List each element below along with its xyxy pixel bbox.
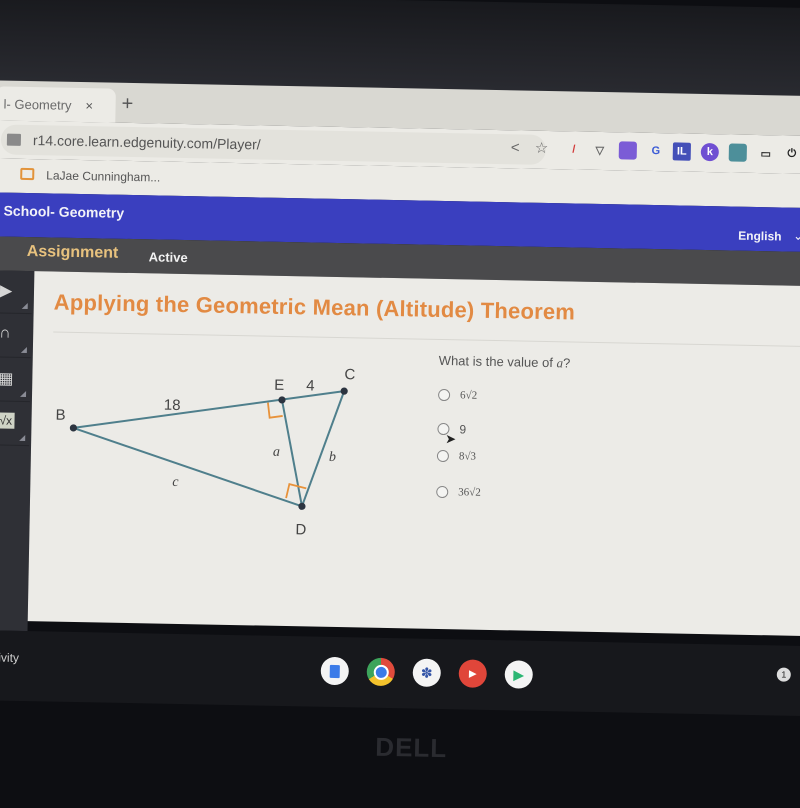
activity-label: ctivity (0, 650, 20, 665)
il-extension-icon[interactable]: IL (672, 142, 691, 161)
right-angle-marker-d (285, 482, 307, 499)
formula-tool-button[interactable]: √x (0, 402, 30, 447)
mode-label: Assignment (26, 243, 119, 262)
tab-title: l- Geometry (3, 96, 72, 113)
lesson-content: Applying the Geometric Mean (Altitude) T… (27, 271, 800, 637)
browser-tab[interactable]: l- Geometry × (0, 86, 116, 123)
option-label: 8√3 (458, 450, 477, 463)
calculator-icon: ▦ (0, 370, 14, 388)
option-label: 9 (459, 422, 467, 437)
headphones-icon: ∩ (0, 324, 11, 342)
reader-extension-icon[interactable] (728, 143, 747, 162)
triangle-diagram: B E C D 18 4 a b c (55, 366, 355, 538)
new-tab-button[interactable]: + (121, 93, 133, 116)
screen: l- Geometry × + r14.core.learn.edgenuity… (0, 0, 800, 808)
segment-label-b: b (329, 450, 336, 465)
vertex-point-c (340, 387, 348, 395)
answer-option[interactable]: 36√2 (436, 485, 481, 499)
question-prefix: What is the value of (438, 352, 557, 371)
segment-ED (280, 399, 303, 507)
os-shelf: ctivity ✽ ▶ ▶ 1 (0, 630, 800, 717)
question-text: What is the value of a? (439, 353, 571, 372)
vertex-label-e: E (274, 377, 284, 394)
vertex-label-c: C (344, 366, 355, 383)
option-label: 6√2 (459, 389, 478, 402)
page-info-icon[interactable] (6, 133, 22, 146)
forward-icon: ▶ (0, 282, 13, 300)
close-tab-icon[interactable]: × (85, 98, 93, 113)
segment-label-a: a (273, 445, 280, 460)
segment-label-c: c (172, 475, 179, 490)
power-icon[interactable]: ⏻ (783, 144, 800, 162)
right-angle-marker-e (267, 402, 283, 419)
option-label: 36√2 (458, 486, 481, 499)
pen-extension-icon[interactable]: / (565, 140, 583, 158)
vertex-point-b (69, 424, 78, 432)
cast-icon[interactable]: ▭ (757, 144, 775, 162)
radio-button[interactable] (436, 449, 450, 463)
notification-badge[interactable]: 1 (776, 667, 791, 682)
loop-extension-icon[interactable]: G (647, 142, 665, 160)
youtube-app-icon[interactable]: ▶ (458, 659, 488, 688)
chrome-app-icon[interactable] (366, 657, 396, 687)
course-title: School- Geometry (3, 202, 125, 221)
mouse-cursor-icon: ➤ (445, 431, 457, 447)
vertex-label-d: D (295, 521, 306, 538)
headphones-tool-button[interactable]: ∩ (0, 314, 32, 359)
bookmark-folder-icon (20, 167, 35, 181)
question-suffix: ? (562, 355, 571, 371)
segment-BC (73, 390, 345, 429)
share-icon[interactable]: < (511, 139, 520, 156)
answer-option[interactable]: 8√3 (436, 449, 477, 463)
puzzle-extension-icon[interactable] (618, 141, 638, 160)
formula-icon: √x (0, 412, 15, 429)
vertex-label-b: B (55, 407, 65, 424)
dell-logo: DELL (375, 731, 448, 764)
vertex-point-e (278, 396, 286, 404)
radio-button[interactable] (436, 485, 449, 499)
chevron-down-icon[interactable]: ⌄ (793, 229, 800, 243)
address-bar[interactable]: r14.core.learn.edgenuity.com/Player/ (0, 124, 547, 165)
bookmark-item[interactable]: LaJae Cunningham... (46, 168, 160, 184)
segment-label-be: 18 (164, 397, 181, 414)
star-icon[interactable]: ☆ (535, 139, 549, 157)
vertex-point-d (298, 502, 306, 510)
organizer-app-icon[interactable]: ✽ (412, 658, 442, 688)
answer-option[interactable]: 6√2 (437, 388, 478, 402)
language-selector[interactable]: English (738, 229, 782, 244)
radio-button[interactable] (437, 388, 451, 402)
segment-CD (301, 390, 346, 507)
docs-app-icon[interactable] (320, 656, 350, 686)
segment-label-ec: 4 (306, 377, 315, 394)
shield-extension-icon[interactable]: ▽ (591, 141, 609, 159)
url-text[interactable]: r14.core.learn.edgenuity.com/Player/ (33, 132, 261, 152)
status-label: Active (148, 249, 188, 266)
forward-tool-button[interactable]: ▶ (0, 270, 33, 315)
calculator-tool-button[interactable]: ▦ (0, 358, 31, 403)
play-store-app-icon[interactable]: ▶ (504, 660, 534, 689)
k-extension-icon[interactable]: k (700, 142, 719, 162)
segment-BD (73, 426, 303, 508)
